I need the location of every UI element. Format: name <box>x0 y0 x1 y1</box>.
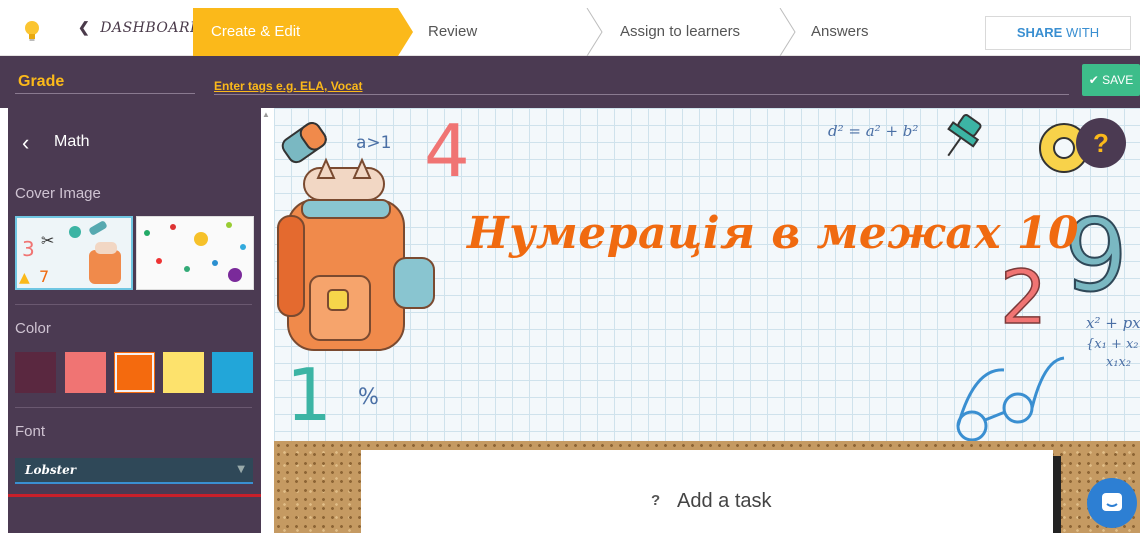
scroll-up-icon[interactable]: ▲ <box>262 110 270 119</box>
cover-title[interactable]: Нумерація в межах 10 <box>467 208 1079 259</box>
cover-thumbnail-paint-splats[interactable] <box>136 216 254 290</box>
font-heading: Font <box>15 423 46 440</box>
chat-launcher-button[interactable] <box>1087 478 1137 528</box>
eraser-icon <box>281 122 327 164</box>
save-button[interactable]: ✔ SAVE <box>1082 64 1140 96</box>
tab-answers[interactable]: Answers <box>811 8 869 56</box>
paint-splats-image <box>137 217 253 289</box>
svg-text:7: 7 <box>39 267 49 286</box>
add-task-label: Add a task <box>677 490 772 512</box>
top-navigation-bar: ❮ DASHBOARD Create & Edit Review Assign t… <box>0 0 1140 72</box>
section-divider <box>15 304 252 305</box>
design-sidebar: ‹ Math Cover Image 3 ✂ ▲ 7 Color Font Lo… <box>8 108 261 533</box>
school-doodles-image: 3 ✂ ▲ 7 <box>17 218 131 288</box>
color-swatch-blue[interactable] <box>212 352 253 393</box>
dashboard-back-link[interactable]: ❮ DASHBOARD <box>78 20 202 36</box>
color-swatch-plum[interactable] <box>15 352 56 393</box>
tags-underline <box>214 94 1069 95</box>
sidebar-title: Math <box>54 133 90 150</box>
svg-text:▲: ▲ <box>19 270 30 286</box>
share-with-teachers-button[interactable]: SHARE WITH TEACHERS <box>985 16 1131 72</box>
doodle-equation-3: x₁x₂ <box>1106 355 1131 370</box>
help-button[interactable]: ? <box>1076 118 1126 168</box>
doodle-number-one: 1 <box>286 353 332 437</box>
grade-underline <box>15 93 195 94</box>
lightbulb-logo-icon <box>25 21 39 41</box>
backpack-illustration <box>277 157 435 351</box>
chevron-left-icon[interactable]: ‹ <box>22 130 29 156</box>
red-underline <box>8 494 261 497</box>
tab-create-edit[interactable]: Create & Edit <box>211 8 300 56</box>
editor-canvas: ▲ a>1 4 d² = a² + b² 1 % 9 2 x² + px {x₁… <box>261 108 1140 533</box>
metadata-bar: Grade Enter tags e.g. ELA, Vocat ✔ SAVE <box>0 56 1140 108</box>
pushpin-icon <box>947 114 982 157</box>
svg-text:✂: ✂ <box>41 231 54 250</box>
save-label: SAVE <box>1102 73 1134 87</box>
color-swatch-coral[interactable] <box>65 352 106 393</box>
tags-input[interactable]: Enter tags e.g. ELA, Vocat <box>214 79 362 93</box>
tab-assign-to-learners[interactable]: Assign to learners <box>620 8 740 56</box>
cover-thumbnail-school[interactable]: 3 ✂ ▲ 7 <box>15 216 133 290</box>
doodle-inequality: a>1 <box>356 133 391 153</box>
grade-field[interactable]: Grade <box>18 73 64 91</box>
chat-icon <box>1102 493 1122 511</box>
cover-banner: a>1 4 d² = a² + b² 1 % 9 2 x² + px {x₁ +… <box>274 108 1140 441</box>
wizard-steps: Create & Edit Review Assign to learners … <box>193 8 973 56</box>
doodle-number-two: 2 <box>1000 255 1047 341</box>
card-shadow-edge <box>1053 456 1061 533</box>
section-divider <box>15 407 252 408</box>
chevron-left-icon: ❮ <box>78 20 91 36</box>
color-swatch-orange[interactable] <box>114 352 155 393</box>
doodle-equation-2: {x₁ + x₂ <box>1086 337 1139 352</box>
font-select[interactable]: Lobster ▼ <box>15 458 253 484</box>
font-select-value: Lobster <box>25 463 77 477</box>
question-icon: ? <box>651 492 661 509</box>
add-task-card[interactable]: ? Add a task <box>361 450 1053 533</box>
dashboard-label: DASHBOARD <box>100 20 202 36</box>
check-icon: ✔ <box>1088 73 1099 87</box>
share-label-bold: SHARE <box>1016 25 1063 40</box>
color-swatch-yellow[interactable] <box>163 352 204 393</box>
glasses-icon <box>956 356 1065 441</box>
doodle-number-four: 4 <box>424 109 470 193</box>
color-heading: Color <box>15 320 51 337</box>
doodle-equation-1: x² + px <box>1086 314 1140 332</box>
cover-image-heading: Cover Image <box>15 185 101 202</box>
caret-down-icon: ▼ <box>237 464 245 475</box>
cover-doodles-art: a>1 4 d² = a² + b² 1 % 9 2 x² + px {x₁ +… <box>277 109 1140 441</box>
doodle-formula: d² = a² + b² <box>828 122 918 140</box>
doodle-percent: % <box>358 385 379 410</box>
svg-text:3: 3 <box>22 237 35 261</box>
tab-review[interactable]: Review <box>428 8 477 56</box>
